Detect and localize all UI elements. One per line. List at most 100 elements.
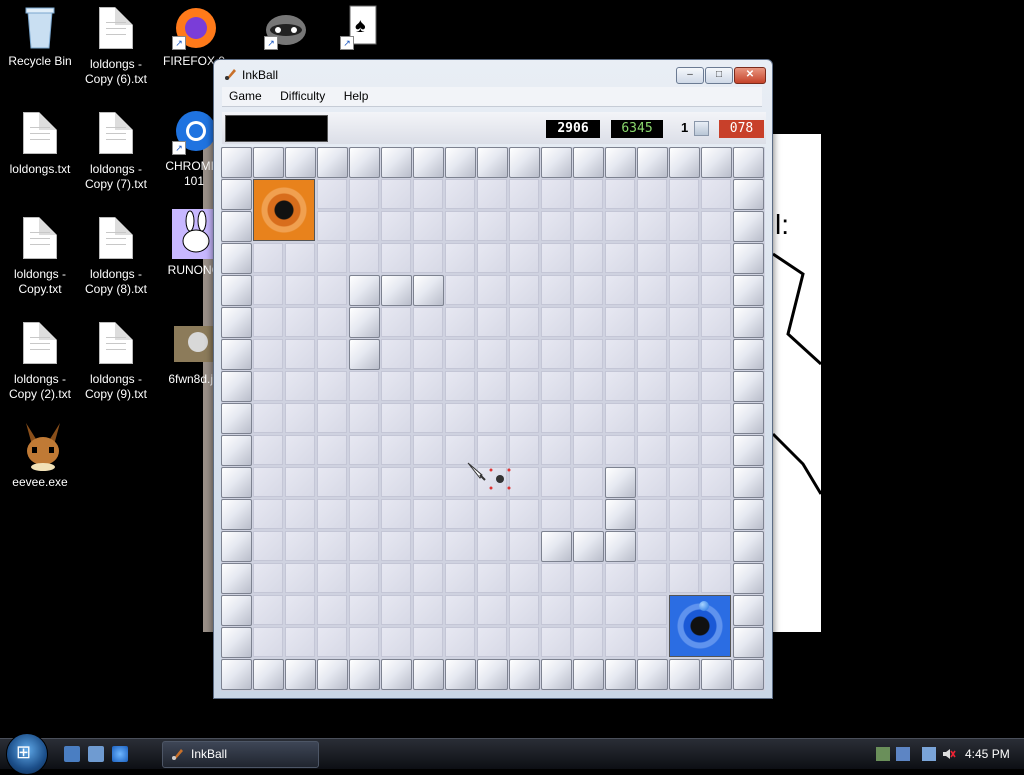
tray-computer-icon[interactable] (922, 747, 936, 761)
desktop-icon-eevee[interactable]: eevee.exe (2, 419, 78, 490)
floor-tile (413, 211, 443, 241)
floor-tile (413, 595, 443, 625)
floor-tile (541, 403, 571, 433)
taskbar-button-label: InkBall (191, 747, 228, 761)
floor-tile (317, 435, 347, 465)
floor-tile (669, 275, 699, 305)
border-wall-block (733, 403, 764, 434)
desktop-icon-recycle-bin[interactable]: Recycle Bin (2, 4, 78, 69)
border-wall-block (221, 563, 252, 594)
border-wall-block (221, 307, 252, 338)
floor-tile (605, 595, 635, 625)
menu-difficulty[interactable]: Difficulty (273, 87, 332, 106)
close-button[interactable]: ✕ (734, 67, 766, 84)
menu-help[interactable]: Help (337, 87, 376, 106)
border-wall-block (445, 659, 476, 690)
floor-tile (349, 435, 379, 465)
floor-tile (381, 499, 411, 529)
floor-tile (573, 275, 603, 305)
border-wall-block (733, 339, 764, 370)
floor-tile (669, 371, 699, 401)
wall-block (381, 275, 412, 306)
border-wall-block (733, 595, 764, 626)
svg-text:♠: ♠ (355, 15, 366, 37)
inkball-window[interactable]: InkBall – □ ✕ Game Difficulty Help 2906 … (213, 59, 773, 699)
floor-tile (541, 307, 571, 337)
minimize-button[interactable]: – (676, 67, 704, 84)
floor-tile (701, 435, 731, 465)
floor-tile (317, 595, 347, 625)
floor-tile (381, 595, 411, 625)
floor-tile (253, 563, 283, 593)
floor-tile (541, 243, 571, 273)
border-wall-block (221, 627, 252, 658)
floor-tile (637, 307, 667, 337)
tray-volume-muted-icon[interactable] (942, 747, 956, 761)
floor-tile (477, 307, 507, 337)
start-button[interactable]: ⊞ (6, 733, 48, 775)
internet-explorer-icon[interactable] (112, 746, 128, 762)
border-wall-block (317, 659, 348, 690)
floor-tile (701, 499, 731, 529)
show-desktop-icon[interactable] (64, 746, 80, 762)
border-wall-block (733, 627, 764, 658)
border-wall-block (317, 147, 348, 178)
floor-tile (445, 499, 475, 529)
floor-tile (285, 403, 315, 433)
floor-tile (701, 531, 731, 561)
taskbar-inkball-button[interactable]: InkBall (162, 741, 319, 768)
floor-tile (669, 499, 699, 529)
border-wall-block (509, 147, 540, 178)
floor-tile (573, 563, 603, 593)
clock[interactable]: 4:45 PM (965, 739, 1010, 769)
tray-app-icon[interactable] (876, 747, 890, 761)
floor-tile (573, 499, 603, 529)
raccoon-icon: ↗ (264, 4, 308, 50)
desktop-icon-label: loldongs.txt (9, 162, 71, 176)
floor-tile (285, 307, 315, 337)
border-wall-block (509, 659, 540, 690)
inkball-app-icon (172, 749, 183, 760)
desktop-icon-loldongs-copy[interactable]: loldongs - Copy.txt (2, 214, 78, 297)
floor-tile (445, 595, 475, 625)
border-wall-block (221, 243, 252, 274)
text-file-icon (94, 322, 138, 368)
floor-tile (637, 243, 667, 273)
border-wall-block (381, 147, 412, 178)
floor-tile (253, 307, 283, 337)
inkball-app-icon (225, 69, 236, 80)
desktop-icon-loldongs[interactable]: loldongs.txt (2, 109, 78, 177)
desktop-icon-solitaire-shortcut[interactable]: ♠ ↗ (324, 4, 400, 54)
border-wall-block (221, 211, 252, 242)
floor-tile (445, 307, 475, 337)
floor-tile (253, 339, 283, 369)
desktop-icon-loldongs-copy-9[interactable]: loldongs - Copy (9).txt (78, 319, 154, 402)
tray-network-icon[interactable] (896, 747, 910, 761)
border-wall-block (221, 435, 252, 466)
floor-tile (669, 243, 699, 273)
desktop-icon-loldongs-copy-8[interactable]: loldongs - Copy (8).txt (78, 214, 154, 297)
border-wall-block (669, 659, 700, 690)
wall-block (573, 531, 604, 562)
desktop-icon-loldongs-copy-2[interactable]: loldongs - Copy (2).txt (2, 319, 78, 402)
maximize-button[interactable]: □ (705, 67, 733, 84)
menu-game[interactable]: Game (222, 87, 269, 106)
floor-tile (253, 499, 283, 529)
desktop-icon-raccoon-shortcut[interactable]: ↗ (248, 4, 324, 54)
title-bar[interactable]: InkBall – □ ✕ (214, 60, 772, 88)
floor-tile (637, 275, 667, 305)
floor-tile (413, 563, 443, 593)
desktop-icon-loldongs-copy-7[interactable]: loldongs - Copy (7).txt (78, 109, 154, 192)
timer-display: 078 (719, 120, 764, 138)
floor-tile (637, 403, 667, 433)
game-board[interactable] (221, 147, 765, 691)
high-score-display: 6345 (611, 120, 663, 138)
desktop-icon-label: eevee.exe (12, 475, 68, 489)
floor-tile (413, 243, 443, 273)
desktop-icon-loldongs-copy-6[interactable]: loldongs - Copy (6).txt (78, 4, 154, 87)
floor-tile (381, 627, 411, 657)
floor-tile (477, 275, 507, 305)
floor-tile (573, 467, 603, 497)
border-wall-block (413, 147, 444, 178)
switch-windows-icon[interactable] (88, 746, 104, 762)
